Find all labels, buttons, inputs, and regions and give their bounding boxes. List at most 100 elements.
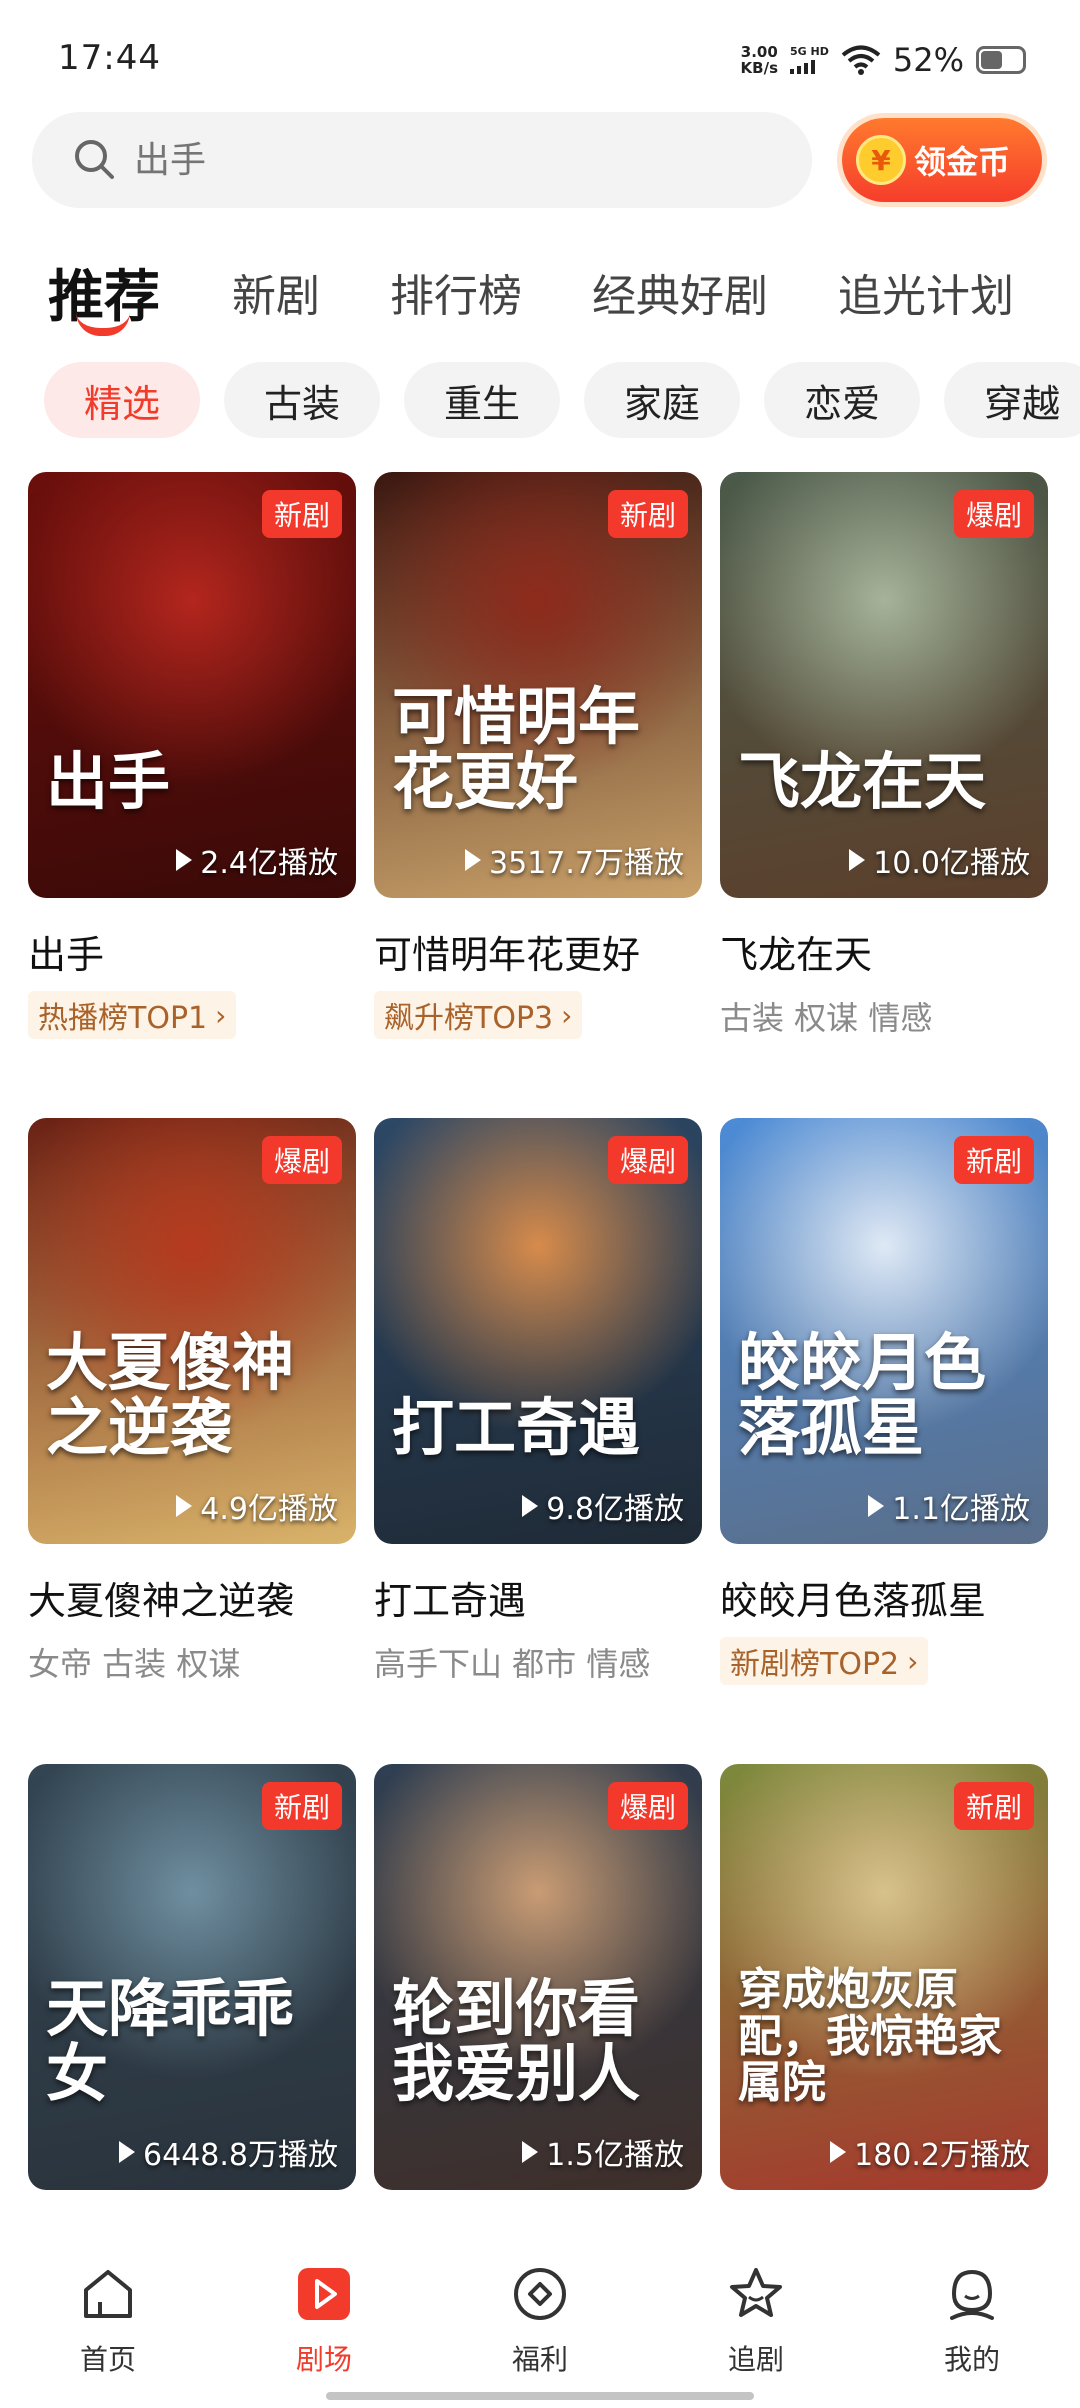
nav-welfare[interactable]: 福利 bbox=[470, 2264, 610, 2408]
chevron-right-icon: › bbox=[561, 998, 573, 1032]
drama-poster[interactable]: 出手 新剧 2.4亿播放 bbox=[28, 472, 356, 898]
drama-card[interactable]: 大夏傻神之逆袭 爆剧 4.9亿播放 大夏傻神之逆袭 › 女帝 古装 权谋 bbox=[28, 1118, 356, 1764]
drama-poster[interactable]: 可惜明年花更好 新剧 3517.7万播放 bbox=[374, 472, 702, 898]
play-icon bbox=[830, 2141, 847, 2163]
profile-icon bbox=[950, 2269, 994, 2320]
poster-title-art: 轮到你看我爱别人 bbox=[392, 1971, 641, 2110]
play-icon bbox=[176, 1495, 193, 1517]
play-count-text: 3517.7万播放 bbox=[489, 846, 684, 881]
drama-poster[interactable]: 轮到你看我爱别人 爆剧 1.5亿播放 bbox=[374, 1764, 702, 2190]
tab-classic[interactable]: 经典好剧 bbox=[592, 260, 768, 324]
rank-tag[interactable]: 热播榜TOP1 › bbox=[28, 991, 237, 1039]
status-time: 17:44 bbox=[58, 38, 161, 78]
chip-romance[interactable]: 恋爱 bbox=[764, 362, 921, 438]
home-indicator[interactable] bbox=[326, 2392, 754, 2400]
chip-family[interactable]: 家庭 bbox=[584, 362, 741, 438]
nav-follow[interactable]: 追剧 bbox=[686, 2264, 826, 2408]
battery-icon bbox=[976, 46, 1026, 74]
play-icon bbox=[119, 2141, 136, 2163]
genre-tags: 高手下山 都市 情感 bbox=[374, 1645, 651, 1683]
drama-grid: 出手 新剧 2.4亿播放 出手 热播榜TOP1 › 可惜明年花更好 新剧 3517… bbox=[28, 472, 1052, 2408]
main-tabs: 推荐 新剧 排行榜 经典好剧 追光计划 bbox=[48, 252, 1080, 336]
drama-title[interactable]: 大夏傻神之逆袭 bbox=[28, 1570, 356, 1625]
tab-recommend[interactable]: 推荐 bbox=[48, 252, 160, 336]
tab-ranking[interactable]: 排行榜 bbox=[390, 260, 522, 324]
play-count-text: 10.0亿播放 bbox=[873, 846, 1030, 881]
chevron-right-icon: › bbox=[215, 998, 227, 1032]
nav-theater[interactable]: 剧场 bbox=[254, 2264, 394, 2408]
drama-card[interactable]: 飞龙在天 爆剧 10.0亿播放 飞龙在天 › 古装 权谋 情感 bbox=[720, 472, 1048, 1118]
rank-tag[interactable]: 飙升榜TOP3 › bbox=[374, 991, 583, 1039]
play-icon bbox=[868, 1495, 885, 1517]
play-count-text: 9.8亿播放 bbox=[546, 1492, 684, 1527]
play-icon bbox=[522, 2141, 539, 2163]
chip-featured[interactable]: 精选 bbox=[44, 362, 201, 438]
poster-title-art: 打工奇遇 bbox=[392, 1390, 641, 1464]
drama-poster[interactable]: 穿成炮灰原配，我惊艳家属院 新剧 180.2万播放 bbox=[720, 1764, 1048, 2190]
poster-title-art: 穿成炮灰原配，我惊艳家属院 bbox=[738, 1964, 1002, 2108]
play-count: 1.5亿播放 bbox=[522, 2130, 684, 2174]
drama-title[interactable]: 打工奇遇 bbox=[374, 1570, 702, 1625]
welfare-coin-icon bbox=[514, 2268, 566, 2320]
chip-time-travel[interactable]: 穿越 bbox=[944, 362, 1080, 438]
tab-new[interactable]: 新剧 bbox=[232, 260, 320, 324]
chip-rebirth[interactable]: 重生 bbox=[404, 362, 561, 438]
drama-title[interactable]: 皎皎月色落孤星 bbox=[720, 1570, 1048, 1625]
drama-card[interactable]: 出手 新剧 2.4亿播放 出手 热播榜TOP1 › bbox=[28, 472, 356, 1118]
genre-tags: 女帝 古装 权谋 bbox=[28, 1645, 241, 1683]
drama-poster[interactable]: 大夏傻神之逆袭 爆剧 4.9亿播放 bbox=[28, 1118, 356, 1544]
active-tab-indicator bbox=[76, 312, 130, 336]
tab-spotlight-plan[interactable]: 追光计划 bbox=[838, 260, 1014, 324]
play-icon bbox=[465, 849, 482, 871]
status-badge: 爆剧 bbox=[261, 1136, 342, 1184]
genre-tags: 古装 权谋 情感 bbox=[720, 999, 933, 1037]
status-badge: 新剧 bbox=[261, 1782, 342, 1830]
play-count-text: 4.9亿播放 bbox=[200, 1492, 338, 1527]
status-badge: 爆剧 bbox=[607, 1782, 688, 1830]
play-count-text: 2.4亿播放 bbox=[200, 846, 338, 881]
wifi-icon bbox=[841, 45, 881, 75]
drama-card[interactable]: 皎皎月色落孤星 新剧 1.1亿播放 皎皎月色落孤星 新剧榜TOP2 › bbox=[720, 1118, 1048, 1764]
coin-icon: ¥ bbox=[856, 135, 906, 185]
claim-coins-button[interactable]: ¥ 领金币 bbox=[842, 118, 1042, 202]
play-count: 6448.8万播放 bbox=[119, 2130, 338, 2174]
status-bar: 17:44 3.00 KB/s 5G HD 52% bbox=[0, 0, 1080, 100]
chip-costume[interactable]: 古装 bbox=[224, 362, 381, 438]
network-speed-value: 3.00 bbox=[740, 43, 778, 61]
drama-poster[interactable]: 飞龙在天 爆剧 10.0亿播放 bbox=[720, 472, 1048, 898]
nav-home[interactable]: 首页 bbox=[38, 2264, 178, 2408]
status-badge: 新剧 bbox=[953, 1136, 1034, 1184]
network-type: 5G HD bbox=[790, 45, 829, 58]
drama-poster[interactable]: 天降乖乖女 新剧 6448.8万播放 bbox=[28, 1764, 356, 2190]
battery-percent: 52% bbox=[892, 41, 964, 79]
nav-label: 首页 bbox=[79, 2343, 136, 2376]
drama-title[interactable]: 飞龙在天 bbox=[720, 924, 1048, 979]
nav-me[interactable]: 我的 bbox=[902, 2264, 1042, 2408]
claim-coins-label: 领金币 bbox=[914, 143, 1011, 181]
play-count: 10.0亿播放 bbox=[849, 838, 1030, 882]
play-count: 180.2万播放 bbox=[830, 2130, 1030, 2174]
nav-label: 剧场 bbox=[295, 2343, 352, 2376]
drama-card[interactable]: 打工奇遇 爆剧 9.8亿播放 打工奇遇 › 高手下山 都市 情感 bbox=[374, 1118, 702, 1764]
drama-poster[interactable]: 皎皎月色落孤星 新剧 1.1亿播放 bbox=[720, 1118, 1048, 1544]
play-count-text: 180.2万播放 bbox=[854, 2138, 1030, 2173]
theater-play-icon bbox=[298, 2268, 350, 2320]
search-bar[interactable] bbox=[32, 112, 812, 208]
rank-tag-text: 热播榜TOP1 bbox=[38, 1001, 208, 1036]
poster-title-art: 可惜明年花更好 bbox=[392, 679, 641, 818]
search-icon bbox=[75, 140, 114, 179]
search-input[interactable] bbox=[134, 139, 734, 181]
nav-label: 福利 bbox=[511, 2343, 568, 2376]
poster-title-art: 出手 bbox=[46, 744, 171, 818]
status-badge: 爆剧 bbox=[953, 490, 1034, 538]
play-icon bbox=[522, 1495, 539, 1517]
status-badge: 新剧 bbox=[953, 1782, 1034, 1830]
play-count-text: 1.5亿播放 bbox=[546, 2138, 684, 2173]
drama-title[interactable]: 可惜明年花更好 bbox=[374, 924, 702, 979]
drama-title[interactable]: 出手 bbox=[28, 924, 356, 979]
status-badge: 新剧 bbox=[607, 490, 688, 538]
status-icons: 3.00 KB/s 5G HD 52% bbox=[741, 40, 1026, 80]
drama-card[interactable]: 可惜明年花更好 新剧 3517.7万播放 可惜明年花更好 飙升榜TOP3 › bbox=[374, 472, 702, 1118]
drama-poster[interactable]: 打工奇遇 爆剧 9.8亿播放 bbox=[374, 1118, 702, 1544]
rank-tag[interactable]: 新剧榜TOP2 › bbox=[720, 1637, 929, 1685]
